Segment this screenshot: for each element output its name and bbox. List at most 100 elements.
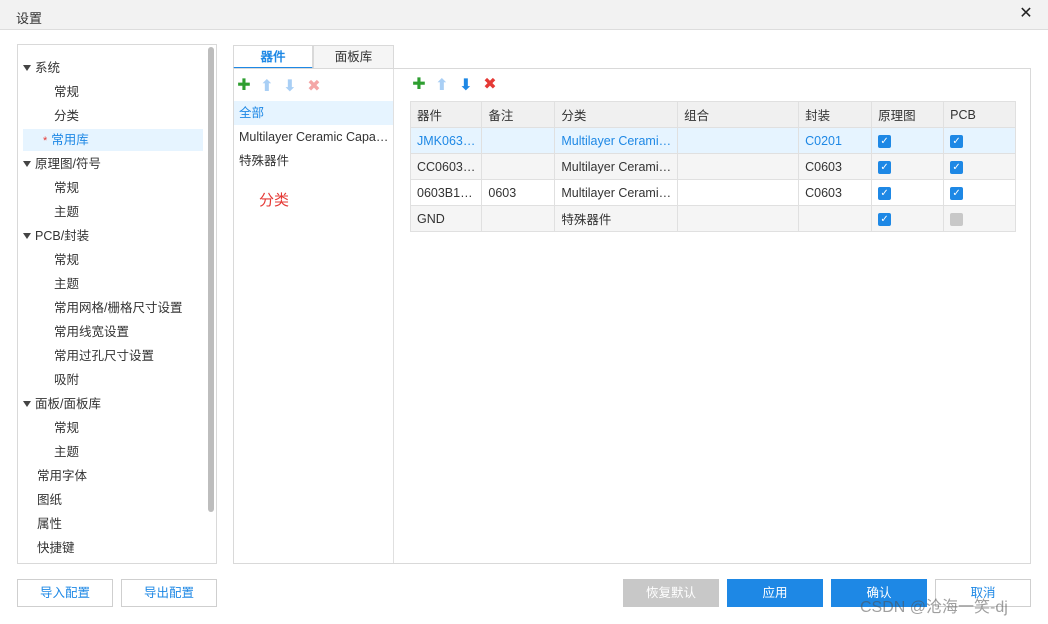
tree-item[interactable]: PCB/封装	[23, 225, 203, 247]
cell-schematic: ✓	[871, 127, 945, 154]
export-config-button[interactable]: 导出配置	[121, 579, 217, 607]
tree-item[interactable]: 快捷键	[37, 537, 216, 559]
restore-default-button[interactable]: 恢复默认	[623, 579, 719, 607]
tree-item[interactable]: 常用过孔尺寸设置	[54, 345, 204, 367]
cell-note[interactable]	[481, 153, 556, 180]
cell-device[interactable]: JMK063…	[409, 127, 483, 154]
tree-item[interactable]: * 常用库	[23, 129, 203, 151]
tree-item-label: 属性	[37, 517, 63, 531]
tree-item-label: 常用线宽设置	[54, 325, 130, 339]
cell-footprint[interactable]	[798, 205, 873, 232]
expand-caret-icon[interactable]	[23, 400, 31, 407]
col-header-schematic[interactable]: 原理图	[871, 101, 945, 128]
tree-item[interactable]: 图纸	[37, 489, 216, 511]
cell-footprint[interactable]: C0603	[798, 179, 873, 206]
tab-devices[interactable]: 器件	[233, 45, 313, 69]
cell-note[interactable]: 0603	[481, 179, 556, 206]
category-item-special[interactable]: 特殊器件	[234, 149, 393, 173]
tree-item-label: 主题	[54, 277, 80, 291]
tab-panel-library[interactable]: 面板库	[313, 45, 394, 69]
tree-item[interactable]: 吸附	[54, 369, 204, 391]
col-header-device[interactable]: 器件	[409, 101, 483, 128]
table-row[interactable]: GND 特殊器件 ✓	[409, 205, 1017, 232]
col-header-note[interactable]: 备注	[481, 101, 556, 128]
move-down-device-icon[interactable]: ⬇	[458, 78, 474, 94]
cell-combo[interactable]	[677, 153, 800, 180]
tree-item-label: 分类	[54, 109, 80, 123]
delete-device-icon[interactable]: ✖	[482, 77, 498, 93]
pcb-checkbox[interactable]	[950, 212, 964, 226]
pcb-checkbox[interactable]: ✓	[950, 160, 964, 174]
tree-item[interactable]: 常规	[54, 417, 204, 439]
expand-caret-icon[interactable]	[23, 160, 31, 167]
tree-item[interactable]: 系统	[23, 57, 203, 79]
cell-schematic: ✓	[871, 179, 945, 206]
cell-category[interactable]: Multilayer Cerami…	[554, 179, 679, 206]
cell-combo[interactable]	[677, 127, 800, 154]
tree-item[interactable]: 面板/面板库	[23, 393, 203, 415]
tree-item-label: PCB/封装	[35, 229, 90, 243]
pcb-checkbox[interactable]: ✓	[950, 134, 964, 148]
tree-item-label: 主题	[54, 445, 80, 459]
cell-category[interactable]: 特殊器件	[554, 205, 679, 232]
col-header-combo[interactable]: 组合	[677, 101, 800, 128]
cell-note[interactable]	[481, 127, 556, 154]
cell-category[interactable]: Multilayer Cerami…	[554, 153, 679, 180]
table-row[interactable]: CC0603… Multilayer Cerami… C0603 ✓ ✓	[409, 153, 1017, 180]
category-item-mlcc[interactable]: Multilayer Ceramic Capac…	[234, 125, 393, 149]
cell-combo[interactable]	[677, 179, 800, 206]
cell-device[interactable]: 0603B1…	[409, 179, 483, 206]
col-header-footprint[interactable]: 封装	[798, 101, 873, 128]
tree-item[interactable]: 常规	[54, 249, 204, 271]
schematic-checkbox[interactable]: ✓	[878, 212, 892, 226]
apply-button[interactable]: 应用	[727, 579, 823, 607]
tree-item[interactable]: 原理图/符号	[23, 153, 203, 175]
expand-caret-icon[interactable]	[23, 232, 31, 239]
add-category-icon[interactable]: ✚	[236, 78, 252, 94]
cell-category[interactable]: Multilayer Cerami…	[554, 127, 679, 154]
tree-item[interactable]: 分类	[54, 105, 204, 127]
tree-item-label: 常用网格/栅格尺寸设置	[54, 301, 183, 315]
settings-tree: 系统 常规 分类 * 常用库 原理图/符号 常规 主题 PCB/封装 常规 主题 常用网格/栅格尺寸设…	[17, 44, 217, 564]
schematic-checkbox[interactable]: ✓	[878, 160, 892, 174]
import-config-button[interactable]: 导入配置	[17, 579, 113, 607]
tree-item-label: 图纸	[37, 493, 63, 507]
cell-device[interactable]: GND	[409, 205, 483, 232]
category-item-all[interactable]: 全部	[234, 101, 393, 125]
table-row[interactable]: 0603B1… 0603 Multilayer Cerami… C0603 ✓ ✓	[409, 179, 1017, 206]
expand-caret-icon[interactable]	[23, 64, 31, 71]
cell-combo[interactable]	[677, 205, 800, 232]
table-row[interactable]: JMK063… Multilayer Cerami… C0201 ✓ ✓	[409, 127, 1017, 154]
tree-item[interactable]: 常规	[54, 177, 204, 199]
tree-item[interactable]: 常规	[54, 81, 204, 103]
tree-item[interactable]: 主题	[54, 201, 204, 223]
close-icon[interactable]: ✕	[1018, 5, 1034, 23]
schematic-checkbox[interactable]: ✓	[878, 186, 892, 200]
tree-item-label: 系统	[35, 61, 61, 75]
tree-item-label: 常用字体	[37, 469, 88, 483]
tree-item[interactable]: 常用字体	[37, 465, 216, 487]
move-up-device-icon[interactable]: ⬆	[434, 78, 450, 94]
cell-pcb: ✓	[943, 127, 1017, 154]
pcb-checkbox[interactable]: ✓	[950, 186, 964, 200]
tree-item[interactable]: 主题	[54, 273, 204, 295]
move-down-category-icon[interactable]: ⬇	[282, 79, 298, 95]
cell-schematic: ✓	[871, 153, 945, 180]
schematic-checkbox[interactable]: ✓	[878, 134, 892, 148]
col-header-pcb[interactable]: PCB	[943, 101, 1017, 128]
tree-scrollbar[interactable]	[208, 47, 214, 512]
cell-footprint[interactable]: C0603	[798, 153, 873, 180]
cell-device[interactable]: CC0603…	[409, 153, 483, 180]
modified-star-icon: *	[43, 135, 48, 147]
tree-item[interactable]: 常用网格/栅格尺寸设置	[54, 297, 204, 319]
cell-footprint[interactable]: C0201	[798, 127, 873, 154]
tree-item[interactable]: 属性	[37, 513, 216, 535]
cell-note[interactable]	[481, 205, 556, 232]
move-up-category-icon[interactable]: ⬆	[259, 79, 275, 95]
add-device-icon[interactable]: ✚	[411, 77, 427, 93]
tree-item[interactable]: 常用线宽设置	[54, 321, 204, 343]
delete-category-icon[interactable]: ✖	[306, 79, 322, 95]
tree-item[interactable]: 主题	[54, 441, 204, 463]
title-bar: 设置 ✕	[0, 0, 1048, 30]
col-header-category[interactable]: 分类	[554, 101, 679, 128]
